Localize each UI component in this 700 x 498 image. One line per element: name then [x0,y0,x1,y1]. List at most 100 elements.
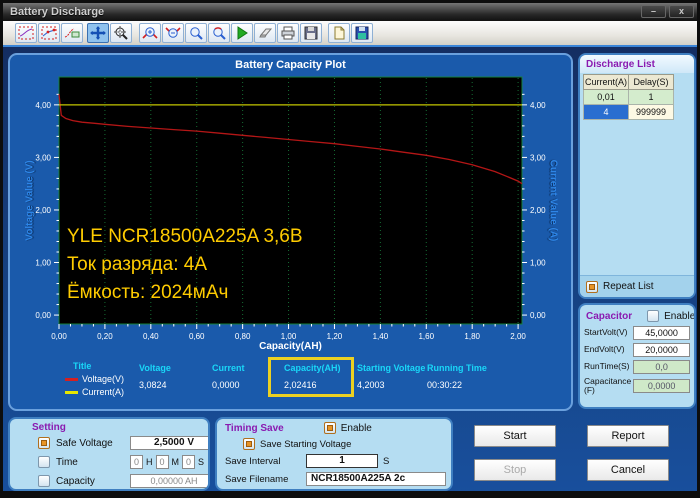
time-minutes-field[interactable]: 0 [155,455,169,469]
capacitor-enable-checkbox[interactable] [647,310,660,322]
table-row[interactable]: 4 999999 [583,104,674,120]
row1-delay-cell[interactable]: 1 [628,89,674,105]
svg-text:4,00: 4,00 [530,101,546,110]
capacitance-field: 0,0000 [633,379,690,394]
capacitor-title: Capacitor [586,310,633,322]
discharge-table-header-row: Current(A) Delay(S) [583,74,674,90]
legend-title: Title [73,361,92,371]
svg-text:YLE NCR18500A225A 3,6В: YLE NCR18500A225A 3,6В [67,226,303,247]
stat-running-time-header: Running Time [427,363,487,373]
save-data-icon[interactable] [351,23,373,43]
endvolt-label: EndVolt(V) [584,344,625,355]
svg-text:Ток разряда: 4А: Ток разряда: 4А [67,254,207,275]
run-icon[interactable] [231,23,253,43]
cancel-button[interactable]: Cancel [587,459,669,481]
time-seconds-field[interactable]: 0 [182,455,195,469]
stat-voltage: Voltage 3,0824 [139,363,171,390]
report-button[interactable]: Report [587,425,669,447]
stat-voltage-value: 3,0824 [139,380,167,390]
runtime-label: RunTime(S) [584,361,630,372]
timing-save-enable-label: Enable [340,422,372,434]
stop-button[interactable]: Stop [474,459,556,481]
svg-text:1,80: 1,80 [464,332,480,341]
save-interval-field[interactable]: 1 [306,454,378,468]
seconds-unit: S [198,457,205,467]
col-current-header[interactable]: Current(A) [583,74,629,90]
capacitance-label: Capacitance (F) [584,376,632,396]
svg-text:3,00: 3,00 [35,153,51,162]
discharge-table[interactable]: Current(A) Delay(S) 0,01 1 4 999999 [583,74,674,120]
stat-starting-voltage-header: Starting Voltage [357,363,426,373]
svg-text:1,40: 1,40 [373,332,389,341]
zoom-window-icon[interactable] [185,23,207,43]
stat-current: Current 0,0000 [212,363,245,390]
timing-save-panel: Timing Save Enable Save Starting Voltage… [215,417,453,491]
endvolt-field[interactable]: 20,0000 [633,343,690,357]
safe-voltage-field[interactable]: 2,5000 V [130,436,208,450]
battery-capacity-plot[interactable]: 0,00 0,20 0,40 0,60 0,80 1,00 1,20 1,40 1,60 1,80… [10,69,575,355]
stat-starting-voltage: Starting Voltage 4,2003 [357,363,425,390]
time-label: Time [56,456,78,468]
svg-text:0,00: 0,00 [35,311,51,320]
stat-capacity-value: 2,02416 [284,380,317,390]
repeat-list-checkbox[interactable] [586,280,598,293]
runtime-field: 0,0 [633,360,690,374]
hours-unit: H [146,457,153,467]
erase-icon[interactable] [254,23,276,43]
chart-panel: Battery Capacity Plot Voltage Value (V) … [8,53,573,411]
svg-text:1,00: 1,00 [281,332,297,341]
zoom-out-icon[interactable] [162,23,184,43]
discharge-list-title: Discharge List [580,55,694,73]
new-report-icon[interactable] [328,23,350,43]
save-icon[interactable] [300,23,322,43]
svg-text:0,20: 0,20 [97,332,113,341]
table-row[interactable]: 0,01 1 [583,89,674,105]
curve-legend-icon[interactable] [61,23,83,43]
row2-delay-cell[interactable]: 999999 [628,104,674,120]
time-checkbox[interactable] [38,456,50,468]
curve-points-icon[interactable] [38,23,60,43]
save-filename-field[interactable]: NCR18500A225A 2c [306,472,446,486]
stat-current-header: Current [212,363,245,373]
minutes-unit: M [171,457,180,467]
zoom-in-icon[interactable] [139,23,161,43]
stat-capacity-header: Capacity(AH) [284,363,341,373]
timing-save-enable-checkbox[interactable] [323,422,336,434]
zoom-area-icon[interactable] [110,23,132,43]
svg-text:0,80: 0,80 [235,332,251,341]
capacitor-enable-label: Enable [664,310,696,322]
time-hours-field[interactable]: 0 [130,455,143,469]
repeat-list-row: Repeat List [580,275,694,297]
legend-item-voltage: Voltage(V) [65,374,124,384]
save-starting-voltage-label: Save Starting Voltage [260,438,352,450]
legend-block: Title Voltage(V) Current(A) [65,361,124,397]
capacity-checkbox[interactable] [38,475,50,487]
startvolt-field[interactable]: 45,0000 [633,326,690,340]
row1-current-cell[interactable]: 0,01 [583,89,629,105]
svg-text:2,00: 2,00 [530,206,546,215]
capacity-limit-field[interactable]: 0,00000 AH [130,474,208,488]
print-icon[interactable] [277,23,299,43]
zoom-reset-icon[interactable] [208,23,230,43]
col-delay-header[interactable]: Delay(S) [628,74,674,90]
safe-voltage-checkbox[interactable] [38,437,50,449]
capacitor-panel: Capacitor Enable StartVolt(V) 45,0000 En… [578,303,696,409]
start-button[interactable]: Start [474,425,556,447]
stat-starting-voltage-value: 4,2003 [357,380,385,390]
stat-current-value: 0,0000 [212,380,240,390]
save-starting-voltage-checkbox[interactable] [243,438,255,450]
curve-style-icon[interactable] [15,23,37,43]
timing-save-title: Timing Save [225,422,284,434]
startvolt-label: StartVolt(V) [584,327,628,338]
window-title: Battery Discharge [10,6,105,18]
close-button[interactable]: x [669,5,694,18]
stat-running-time-value: 00:30:22 [427,380,463,390]
svg-text:Ёмкость: 2024мАч: Ёмкость: 2024мАч [67,282,228,303]
stat-running-time: Running Time 00:30:22 [427,363,487,390]
svg-text:0,00: 0,00 [530,311,546,320]
save-interval-unit: S [383,455,390,467]
pan-icon[interactable] [87,23,109,43]
svg-text:0,60: 0,60 [189,332,205,341]
minimize-button[interactable]: – [641,5,666,18]
row2-current-cell[interactable]: 4 [583,104,629,120]
